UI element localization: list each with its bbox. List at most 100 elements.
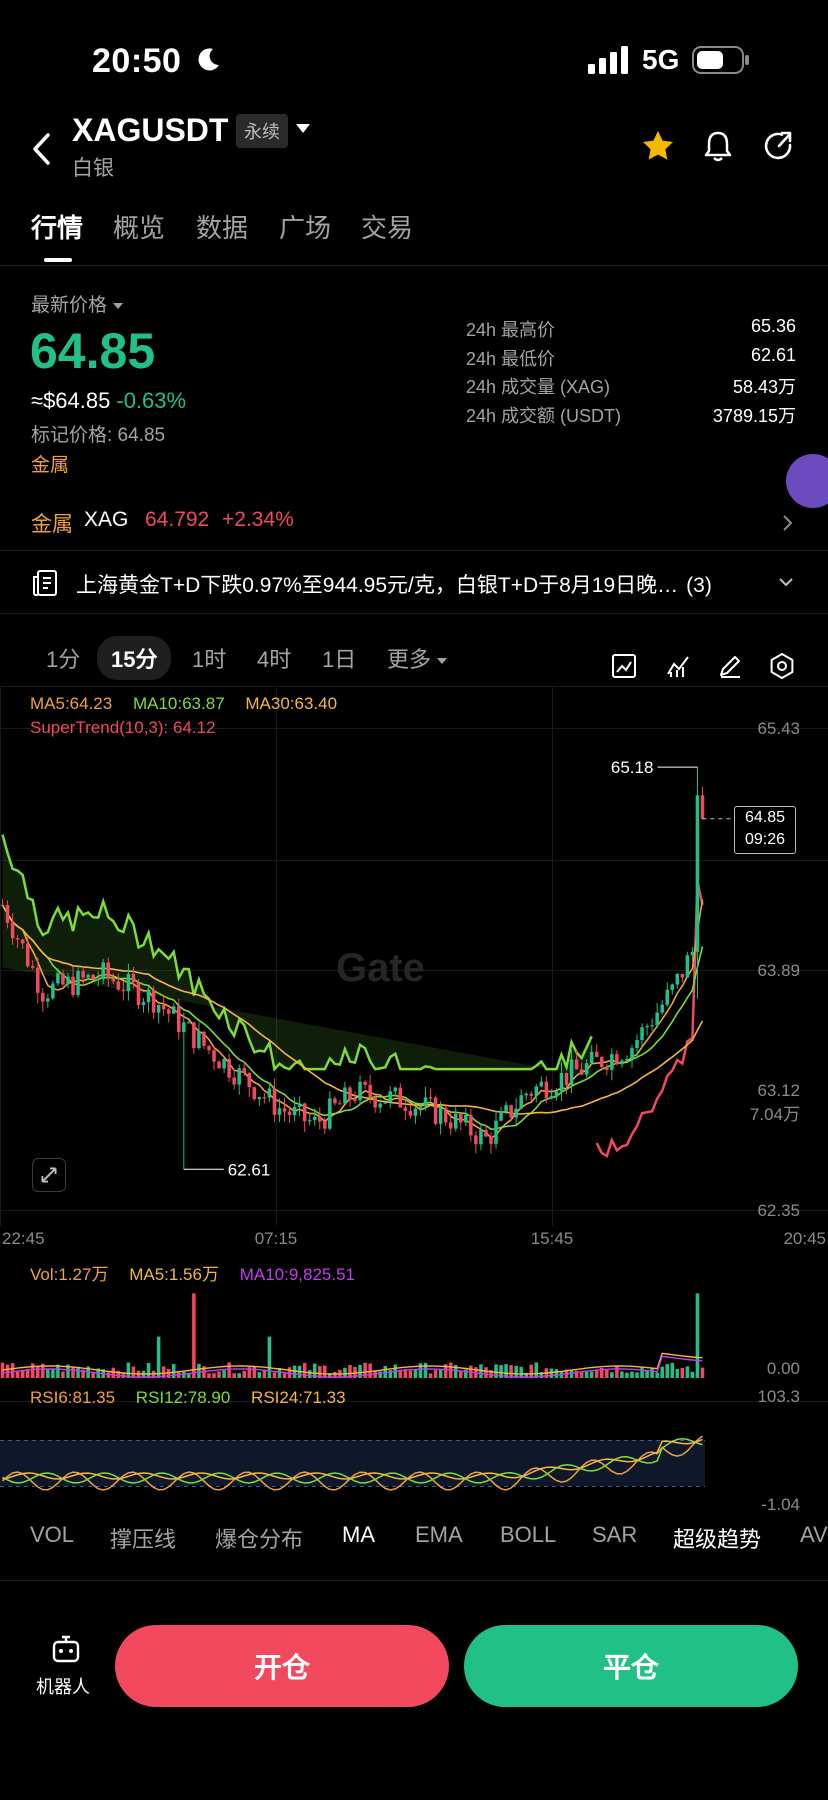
volume-bar: [640, 1366, 644, 1378]
interval-1d[interactable]: 1日: [308, 636, 370, 680]
candle-body: [564, 1072, 569, 1085]
category-tag[interactable]: 金属: [31, 450, 69, 477]
candle-body: [635, 1039, 639, 1049]
supertrend-fill: [2, 834, 592, 1077]
stat-label: 24h 最低价: [466, 348, 556, 369]
chart-style-icon[interactable]: [610, 652, 638, 680]
volume-bar: [307, 1370, 312, 1378]
volume-bar: [197, 1363, 201, 1378]
usd-price-row: ≈$64.85 -0.63%: [31, 388, 186, 414]
candle-body: [534, 1086, 539, 1096]
interval-1h[interactable]: 1时: [178, 636, 240, 680]
expand-icon[interactable]: [32, 1158, 66, 1192]
candle-body: [680, 973, 685, 978]
draw-pen-icon[interactable]: [716, 652, 744, 680]
candle-body: [287, 1111, 292, 1116]
related-market-row[interactable]: 金属 XAG 64.792 +2.34%: [0, 500, 828, 540]
symbol-dropdown-icon[interactable]: [296, 124, 310, 134]
x-tick-label: 15:45: [531, 1229, 574, 1248]
candle-body: [589, 1051, 594, 1064]
indicator-tab[interactable]: 爆仓分布: [215, 1522, 303, 1554]
volume-bar: [569, 1370, 574, 1378]
related-price: 64.792: [145, 508, 210, 531]
rsi-min-label: -1.04: [761, 1495, 800, 1514]
candle-body: [353, 1099, 357, 1101]
candle-body: [423, 1097, 428, 1107]
candle-body: [559, 1072, 564, 1092]
candle-body: [36, 967, 40, 993]
candle-body: [378, 1103, 382, 1108]
current-price-marker: 64.85 09:26: [734, 806, 796, 854]
candle-body: [212, 1050, 216, 1062]
tab-data[interactable]: 数据: [196, 208, 248, 245]
volume-bar: [418, 1363, 423, 1378]
indicator-tab[interactable]: BOLL: [500, 1522, 556, 1548]
interval-15m[interactable]: 15分: [97, 636, 172, 680]
volume-bar: [428, 1373, 433, 1378]
candle-body: [151, 989, 156, 1013]
stat-value: 3789.15万: [712, 405, 796, 426]
candle-body: [373, 1097, 377, 1108]
tab-overview[interactable]: 概览: [113, 208, 165, 245]
stats-24h: 24h 最高价 65.36 24h 最低价 62.61 24h 成交量 (XAG) 5…: [466, 316, 796, 430]
indicator-tab[interactable]: AV: [800, 1522, 828, 1548]
candle-body: [549, 1095, 554, 1099]
settings-icon[interactable]: [768, 652, 796, 680]
indicator-tab[interactable]: SAR: [592, 1522, 637, 1548]
latest-price-selector[interactable]: 最新价格: [31, 290, 124, 317]
indicator-tab[interactable]: VOL: [30, 1522, 74, 1548]
volume-bar: [5, 1364, 10, 1378]
candle-body: [71, 976, 75, 995]
indicator-tab[interactable]: 撑压线: [110, 1522, 176, 1554]
back-arrow-icon[interactable]: [30, 132, 54, 166]
chevron-down-icon[interactable]: [778, 577, 794, 587]
favorite-star-icon[interactable]: [640, 128, 676, 164]
robot-label[interactable]: 机器人: [36, 1673, 90, 1699]
volume-bar: [695, 1293, 700, 1378]
volume-bar: [242, 1370, 246, 1378]
volume-bar: [655, 1372, 659, 1378]
candle-body: [685, 955, 690, 978]
related-change: +2.34%: [222, 508, 294, 531]
ma5-legend: MA5:64.23: [30, 694, 113, 713]
interval-4h[interactable]: 4时: [243, 636, 305, 680]
candle-body: [519, 1095, 523, 1109]
candle-body: [242, 1068, 246, 1073]
candle-body: [398, 1087, 403, 1108]
symbol-title[interactable]: XAGUSDT: [72, 112, 228, 149]
volume-bar: [700, 1367, 705, 1378]
indicator-icon[interactable]: [664, 652, 692, 680]
candle-body: [86, 974, 90, 978]
tab-square[interactable]: 广场: [279, 208, 331, 245]
volume-bar: [680, 1367, 685, 1378]
news-ticker[interactable]: 上海黄金T+D下跌0.97%至944.95元/克，白银T+D于8月19日晚… (3…: [0, 550, 828, 614]
candle-body: [272, 1088, 277, 1115]
candle-body: [307, 1120, 312, 1122]
bell-icon[interactable]: [700, 128, 736, 164]
tab-market[interactable]: 行情: [31, 208, 83, 245]
volume-bar: [217, 1371, 221, 1378]
tab-trade[interactable]: 交易: [361, 208, 413, 245]
volume-bar: [635, 1372, 639, 1378]
candle-body: [408, 1110, 413, 1116]
indicator-tab[interactable]: EMA: [415, 1522, 463, 1548]
share-icon[interactable]: [760, 128, 796, 164]
marker-price: 64.85: [744, 809, 786, 826]
candle-body: [146, 989, 151, 1003]
robot-icon[interactable]: [50, 1633, 82, 1665]
candle-body: [529, 1093, 534, 1096]
interval-1m[interactable]: 1分: [32, 636, 94, 680]
indicator-tab[interactable]: MA: [342, 1522, 375, 1548]
candle-body: [222, 1058, 226, 1069]
volume-bar: [61, 1371, 65, 1378]
interval-more[interactable]: 更多: [373, 636, 461, 680]
volume-bar: [257, 1372, 262, 1378]
volume-bar: [46, 1368, 50, 1378]
close-position-button[interactable]: 平仓: [464, 1625, 798, 1707]
volume-bar: [433, 1369, 438, 1378]
open-position-button[interactable]: 开仓: [115, 1625, 449, 1707]
rsi12-value: RSI12:78.90: [135, 1388, 231, 1407]
indicator-tab[interactable]: 超级趋势: [673, 1522, 761, 1554]
battery-icon: [692, 46, 749, 74]
candle-body: [514, 1108, 518, 1118]
